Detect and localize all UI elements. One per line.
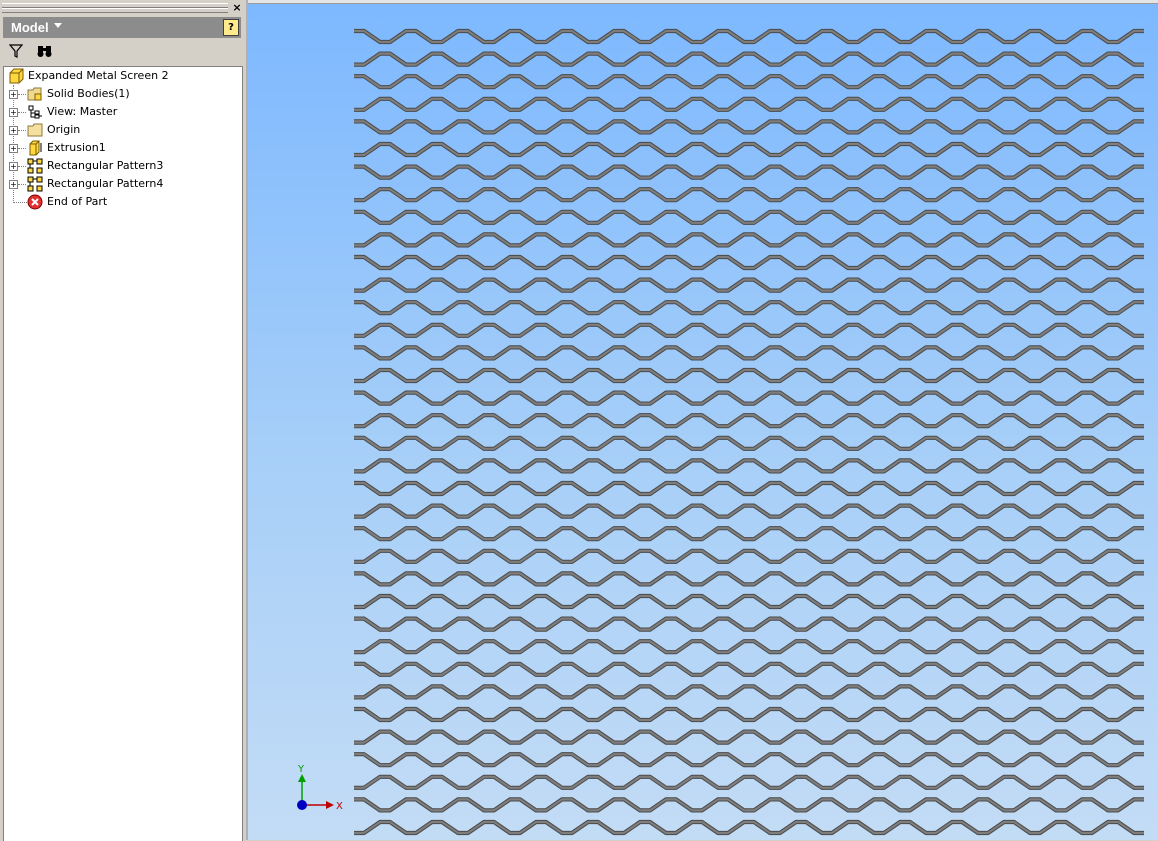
tree-item-label: Rectangular Pattern3	[47, 159, 164, 172]
panel-grip[interactable]	[2, 3, 228, 13]
tree-root-label: Expanded Metal Screen 2	[28, 69, 169, 82]
tree-item-origin[interactable]: + Origin	[4, 121, 234, 139]
model-tree: Expanded Metal Screen 2 + Solid Bodies(1…	[3, 66, 243, 841]
rectangular-pattern-icon	[27, 158, 43, 174]
tree-item-end-of-part[interactable]: End of Part	[4, 193, 234, 211]
end-of-part-icon	[27, 194, 43, 210]
tree-connector	[18, 166, 26, 167]
graphics-viewport[interactable]: Y X	[246, 0, 1158, 840]
tree-item-rectangular-pattern4[interactable]: + Rectangular Pattern4	[4, 175, 234, 193]
folder-icon	[27, 122, 43, 138]
coordinate-triad: Y X	[297, 764, 343, 812]
expand-icon[interactable]: +	[9, 180, 18, 189]
tree-item-label: Solid Bodies(1)	[47, 87, 130, 100]
expand-icon[interactable]: +	[9, 144, 18, 153]
solid-bodies-folder-icon	[27, 86, 43, 102]
tree-item-label: End of Part	[47, 195, 108, 208]
tree-item-solid-bodies[interactable]: + Solid Bodies(1)	[4, 85, 234, 103]
tree-item-rectangular-pattern3[interactable]: + Rectangular Pattern3	[4, 157, 234, 175]
tree-item-label: Origin	[47, 123, 81, 136]
expand-icon[interactable]: +	[9, 90, 18, 99]
expand-icon[interactable]: +	[9, 162, 18, 171]
y-axis-label: Y	[297, 764, 305, 775]
part-icon	[8, 68, 24, 84]
tree-item-label: View: Master	[47, 105, 118, 118]
tree-connector	[18, 130, 26, 131]
panel-close-button[interactable]: ×	[232, 2, 242, 14]
extrusion-icon	[27, 140, 43, 156]
expanded-metal-mesh	[354, 28, 1144, 836]
expand-icon[interactable]: +	[9, 108, 18, 117]
tree-item-label: Extrusion1	[47, 141, 106, 154]
panel-title: Model	[11, 20, 49, 35]
tree-connector	[18, 94, 26, 95]
expand-icon[interactable]: +	[9, 126, 18, 135]
chevron-down-icon[interactable]	[54, 23, 62, 28]
tree-connector	[18, 184, 26, 185]
tree-connector	[18, 148, 26, 149]
help-button[interactable]: ?	[223, 19, 239, 36]
binoculars-icon[interactable]	[35, 42, 55, 60]
y-axis-arrow	[298, 774, 306, 782]
tree-item-extrusion1[interactable]: + Extrusion1	[4, 139, 234, 157]
x-axis-arrow	[326, 801, 334, 809]
tree-item-label: Rectangular Pattern4	[47, 177, 164, 190]
tree-connector	[18, 112, 26, 113]
panel-header[interactable]: Model ?	[3, 17, 241, 38]
filter-icon[interactable]	[6, 42, 26, 60]
rectangular-pattern-icon	[27, 176, 43, 192]
tree-item-view-master[interactable]: + View: Master	[4, 103, 234, 121]
model-browser-panel: × Model ? Expanded Metal Screen 2 + Soli…	[0, 0, 246, 841]
browser-toolbar	[3, 40, 241, 62]
origin-point	[297, 800, 307, 810]
x-axis-label: X	[336, 801, 343, 812]
view-rep-icon	[27, 104, 43, 120]
